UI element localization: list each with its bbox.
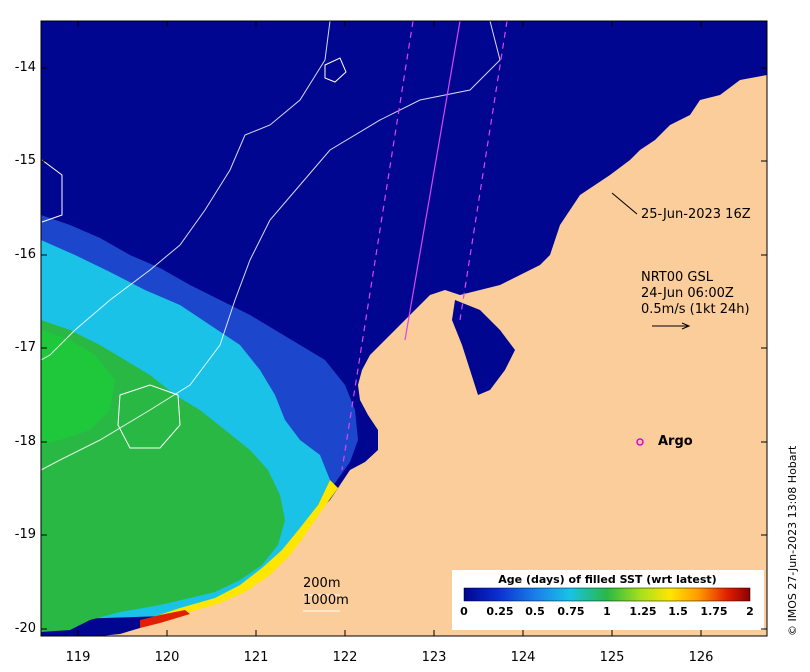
lon-tick: 119 <box>65 650 91 665</box>
colorbar-tick: 1.75 <box>700 605 728 618</box>
lat-tick: -14 <box>14 60 36 75</box>
track-time-label: 25-Jun-2023 16Z <box>641 207 751 222</box>
colorbar-tick: 0 <box>460 605 468 618</box>
lon-tick: 125 <box>599 650 625 665</box>
lat-tick: -16 <box>14 247 36 262</box>
colorbar-tick: 0.5 <box>525 605 545 618</box>
argo-label: Argo <box>658 434 693 449</box>
lon-tick: 122 <box>332 650 358 665</box>
sst-map <box>40 20 768 637</box>
colorbar-tick: 0.25 <box>486 605 514 618</box>
contour-200-label: 200m <box>303 576 341 591</box>
vector-time-label: 24-Jun 06:00Z <box>641 286 734 301</box>
colorbar-tick: 1 <box>603 605 611 618</box>
lat-tick: -20 <box>14 621 36 636</box>
lat-tick: -18 <box>14 434 36 449</box>
colorbar-tick: 1.25 <box>629 605 657 618</box>
lon-tick: 123 <box>421 650 447 665</box>
contour-1000-label: 1000m <box>303 593 349 608</box>
vector-scale-label: 0.5m/s (1kt 24h) <box>641 302 750 317</box>
colorbar-title: Age (days) of filled SST (wrt latest) <box>498 573 717 586</box>
lon-tick: 120 <box>154 650 180 665</box>
colorbar-tick: 2 <box>746 605 754 618</box>
lat-tick: -17 <box>14 340 36 355</box>
colorbar-tick: 0.75 <box>557 605 585 618</box>
colorbar <box>463 587 751 602</box>
lat-tick: -19 <box>14 527 36 542</box>
lon-tick: 124 <box>510 650 536 665</box>
lon-tick: 121 <box>243 650 269 665</box>
lat-tick: -15 <box>14 153 36 168</box>
lon-tick: 126 <box>688 650 714 665</box>
credit-label: © IMOS 27-Jun-2023 13:08 Hobart <box>786 445 799 636</box>
colorbar-tick: 1.5 <box>668 605 688 618</box>
vector-product-label: NRT00 GSL <box>641 270 713 285</box>
